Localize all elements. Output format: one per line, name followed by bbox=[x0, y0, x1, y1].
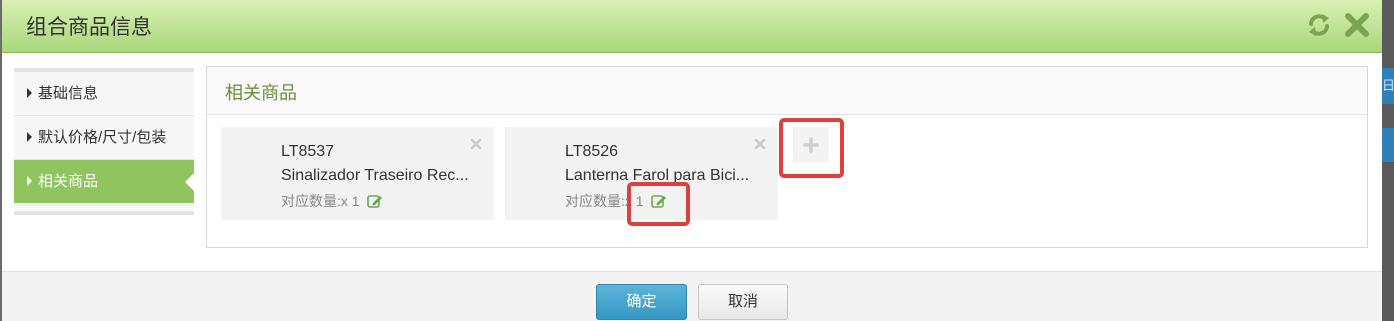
sidebar-item-label: 默认价格/尺寸/包装 bbox=[38, 129, 167, 146]
sidebar-item-basic-info[interactable]: 基础信息 bbox=[14, 72, 194, 116]
product-code: LT8526 bbox=[565, 143, 619, 160]
product-card: LT8526 Lanterna Farol para Bici... 对应数量:… bbox=[505, 127, 778, 220]
product-card: LT8537 Sinalizador Traseiro Rec... 对应数量:… bbox=[221, 127, 494, 220]
confirm-button[interactable]: 确定 bbox=[596, 284, 687, 320]
sidebar-item-related-products[interactable]: 相关商品 bbox=[14, 160, 194, 203]
quantity-label: 对应数量:x 1 bbox=[565, 193, 644, 209]
sidebar-item-label: 基础信息 bbox=[38, 85, 99, 102]
dialog-footer: 确定 取消 bbox=[2, 271, 1382, 321]
product-quantity: 对应数量:x 1 bbox=[281, 191, 383, 211]
close-button[interactable] bbox=[1342, 10, 1372, 40]
product-name: Sinalizador Traseiro Rec... bbox=[281, 167, 469, 184]
edit-icon[interactable] bbox=[651, 194, 667, 211]
backdrop-button-fragment-2 bbox=[1382, 128, 1394, 162]
dialog-header: 组合商品信息 bbox=[2, 0, 1382, 53]
edit-icon[interactable] bbox=[367, 194, 383, 211]
quantity-label: 对应数量:x 1 bbox=[281, 193, 360, 209]
dialog-body: 基础信息 默认价格/尺寸/包装 相关商品 相关商品 LT8537 Sinaliz… bbox=[2, 53, 1382, 271]
refresh-icon bbox=[1309, 14, 1329, 36]
panel-header: 相关商品 bbox=[207, 67, 1367, 115]
product-quantity: 对应数量:x 1 bbox=[565, 191, 667, 211]
backdrop-button-fragment: 日 bbox=[1382, 68, 1394, 104]
cancel-button[interactable]: 取消 bbox=[698, 284, 788, 320]
product-code: LT8537 bbox=[281, 143, 335, 160]
caret-right-icon bbox=[27, 132, 32, 142]
dialog-title: 组合商品信息 bbox=[26, 16, 152, 39]
sidebar-nav: 基础信息 默认价格/尺寸/包装 相关商品 bbox=[14, 68, 194, 215]
sidebar-item-price-size-package[interactable]: 默认价格/尺寸/包装 bbox=[14, 116, 194, 160]
product-name: Lanterna Farol para Bici... bbox=[565, 167, 750, 184]
add-product-button[interactable] bbox=[793, 127, 829, 163]
sidebar-item-label: 相关商品 bbox=[38, 173, 99, 190]
refresh-button[interactable] bbox=[1304, 10, 1334, 40]
remove-icon[interactable] bbox=[754, 137, 766, 150]
related-products-panel: 相关商品 LT8537 Sinalizador Traseiro Rec... … bbox=[206, 66, 1368, 248]
caret-right-icon bbox=[27, 176, 32, 186]
caret-right-icon bbox=[27, 88, 32, 98]
panel-title: 相关商品 bbox=[225, 83, 297, 103]
remove-icon[interactable] bbox=[470, 137, 482, 150]
plus-icon bbox=[803, 137, 819, 153]
combo-product-dialog: 组合商品信息 基础信息 默认价格/尺寸/包装 相关商品 相关商品 LT8537 … bbox=[2, 0, 1382, 321]
close-icon bbox=[1345, 13, 1369, 37]
backdrop-edge-text: 日 bbox=[1382, 78, 1394, 93]
backdrop-edge: 日 bbox=[1382, 0, 1394, 321]
